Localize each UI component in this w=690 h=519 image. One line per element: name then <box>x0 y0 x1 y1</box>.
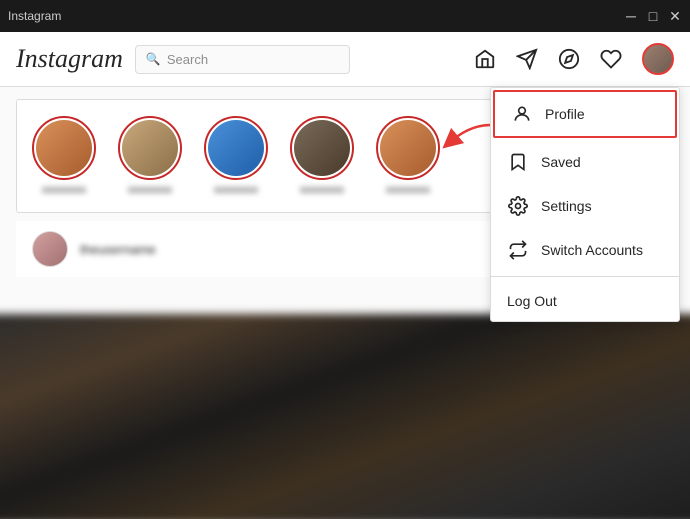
profile-label: Profile <box>545 106 585 122</box>
switch-icon <box>507 240 529 260</box>
dropdown-switch-accounts[interactable]: Switch Accounts <box>491 228 679 272</box>
instagram-logo: Instagram <box>16 44 123 74</box>
story-image <box>294 120 350 176</box>
bookmark-icon <box>507 152 529 172</box>
story-image <box>380 120 436 176</box>
dropdown-saved[interactable]: Saved <box>491 140 679 184</box>
story-item[interactable]: xxxxxxxx <box>373 116 443 196</box>
heart-icon[interactable] <box>600 48 622 70</box>
dropdown-settings[interactable]: Settings <box>491 184 679 228</box>
home-icon[interactable] <box>474 48 496 70</box>
search-bar[interactable]: 🔍 Search <box>135 45 350 74</box>
story-circle <box>32 116 96 180</box>
top-nav: Instagram 🔍 Search <box>0 32 690 87</box>
story-username: xxxxxxxx <box>287 184 357 196</box>
saved-label: Saved <box>541 154 581 170</box>
profile-avatar[interactable] <box>642 43 674 75</box>
title-bar: Instagram ─ □ ✕ <box>0 0 690 32</box>
story-image <box>208 120 264 176</box>
settings-label: Settings <box>541 198 592 214</box>
story-image <box>36 120 92 176</box>
minimize-button[interactable]: ─ <box>624 9 638 23</box>
profile-mini-avatar <box>32 231 68 267</box>
search-placeholder: Search <box>167 52 208 67</box>
feed-image <box>0 314 690 519</box>
close-button[interactable]: ✕ <box>668 9 682 23</box>
story-image <box>122 120 178 176</box>
logout-label: Log Out <box>507 293 557 309</box>
search-icon: 🔍 <box>146 52 161 66</box>
dropdown-profile[interactable]: Profile <box>493 90 677 138</box>
story-item[interactable]: xxxxxxxx <box>115 116 185 196</box>
explore-icon[interactable] <box>558 48 580 70</box>
switch-accounts-label: Switch Accounts <box>541 242 643 258</box>
story-item[interactable]: xxxxxxxx <box>287 116 357 196</box>
maximize-button[interactable]: □ <box>646 9 660 23</box>
window-title: Instagram <box>8 9 61 23</box>
story-circle <box>204 116 268 180</box>
story-circle <box>290 116 354 180</box>
messages-icon[interactable] <box>516 48 538 70</box>
dropdown-divider <box>491 276 679 277</box>
story-circle <box>376 116 440 180</box>
story-circle <box>118 116 182 180</box>
story-username: xxxxxxxx <box>29 184 99 196</box>
story-item[interactable]: xxxxxxxx <box>29 116 99 196</box>
story-username: xxxxxxxx <box>201 184 271 196</box>
story-username: xxxxxxxx <box>115 184 185 196</box>
window-controls: ─ □ ✕ <box>624 9 682 23</box>
settings-icon <box>507 196 529 216</box>
story-username: xxxxxxxx <box>373 184 443 196</box>
avatar-image <box>644 45 672 73</box>
story-item[interactable]: xxxxxxxx <box>201 116 271 196</box>
person-icon <box>511 104 533 124</box>
dropdown-logout[interactable]: Log Out <box>491 281 679 321</box>
profile-username: theusername <box>80 242 156 257</box>
nav-icons <box>474 43 674 75</box>
dropdown-menu: Profile Saved Settings <box>490 87 680 322</box>
